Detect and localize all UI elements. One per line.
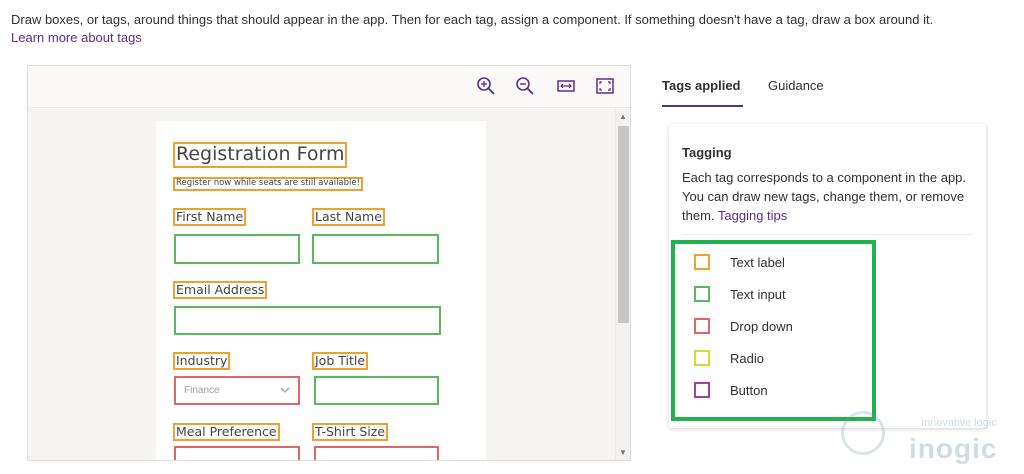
button-swatch-icon [694, 382, 710, 398]
tab-guidance[interactable]: Guidance [768, 78, 824, 93]
fit-page-icon[interactable] [594, 75, 616, 97]
tagging-description: Each tag corresponds to a component in t… [682, 168, 972, 225]
learn-more-link[interactable]: Learn more about tags [11, 30, 142, 45]
viewer-toolbar [28, 66, 630, 108]
scroll-up-icon[interactable]: ▲ [619, 113, 627, 121]
legend-item-text-input: Text input [694, 284, 864, 304]
legend-label: Text label [730, 255, 785, 270]
radio-swatch-icon [694, 350, 710, 366]
tab-tags-applied[interactable]: Tags applied [662, 78, 741, 93]
tag-first-name-input[interactable] [174, 234, 300, 264]
tag-last-name-input[interactable] [312, 234, 439, 264]
legend-label: Button [730, 383, 768, 398]
tag-email-label[interactable]: Email Address [173, 281, 268, 300]
watermark: Innovative logic inogic [839, 407, 1019, 469]
industry-dropdown-value: Finance [184, 385, 220, 396]
watermark-tagline: Innovative logic [921, 417, 997, 429]
tag-job-title-input[interactable] [314, 376, 439, 405]
tag-last-name-label[interactable]: Last Name [312, 208, 385, 227]
active-tab-indicator [662, 105, 743, 107]
zoom-in-icon[interactable] [475, 75, 497, 97]
zoom-out-icon[interactable] [514, 75, 536, 97]
scroll-thumb[interactable] [618, 126, 629, 323]
instructions: Draw boxes, or tags, around things that … [11, 11, 1016, 47]
viewer-scrollbar[interactable]: ▲ ▼ [615, 109, 630, 460]
legend-item-text-label: Text label [694, 252, 864, 272]
legend-label: Radio [730, 351, 764, 366]
text-label-swatch-icon [694, 254, 710, 270]
tag-first-name-label[interactable]: First Name [173, 208, 247, 227]
fit-width-icon[interactable] [555, 75, 577, 97]
tag-tshirt-dropdown[interactable] [314, 446, 439, 460]
drop-down-swatch-icon [694, 318, 710, 334]
tag-job-title-label[interactable]: Job Title [312, 352, 369, 371]
chevron-down-icon [280, 387, 290, 393]
text-input-swatch-icon [694, 286, 710, 302]
tag-email-input[interactable] [174, 306, 441, 335]
legend-label: Text input [730, 287, 786, 302]
legend-label: Drop down [730, 319, 793, 334]
tag-industry-dropdown[interactable]: Finance [174, 376, 300, 405]
tagging-title: Tagging [682, 145, 732, 160]
legend-item-button: Button [694, 380, 864, 400]
scroll-down-icon[interactable]: ▼ [619, 449, 627, 457]
panel-tabs: Tags applied Guidance [662, 70, 1002, 110]
legend-item-radio: Radio [694, 348, 864, 368]
instructions-text: Draw boxes, or tags, around things that … [11, 12, 934, 27]
tag-industry-label[interactable]: Industry [173, 352, 231, 371]
watermark-logo-icon [841, 411, 885, 455]
tagging-tips-link[interactable]: Tagging tips [718, 208, 787, 223]
tag-meal-dropdown[interactable] [174, 446, 300, 460]
tag-tshirt-label[interactable]: T-Shirt Size [312, 423, 389, 442]
divider [682, 234, 972, 235]
form-image: Registration Form Register now while sea… [156, 121, 486, 460]
image-viewer: Registration Form Register now while sea… [27, 65, 631, 461]
tag-form-subtitle[interactable]: Register now while seats are still avail… [173, 177, 364, 191]
tag-meal-label[interactable]: Meal Preference [173, 423, 280, 442]
tag-form-title[interactable]: Registration Form [173, 142, 348, 168]
form-image-canvas: Registration Form Register now while sea… [28, 109, 615, 460]
watermark-brand: inogic [909, 433, 998, 464]
legend-item-drop-down: Drop down [694, 316, 864, 336]
